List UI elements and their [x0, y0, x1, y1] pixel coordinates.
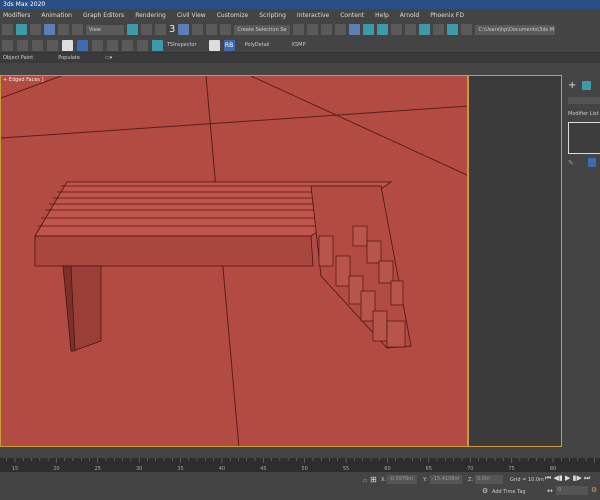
ribbon-options-icon[interactable]: ▭▾ [105, 55, 112, 61]
percent-snap-icon[interactable] [192, 24, 204, 35]
curve-editor-icon[interactable] [363, 24, 375, 35]
y-label: Y: [423, 477, 428, 483]
x-coordinate-field[interactable]: -0.5976m [387, 475, 417, 484]
material-editor-icon[interactable] [391, 24, 403, 35]
scene-explorer-icon[interactable] [321, 24, 333, 35]
menu-bar: Modifiers Animation Graph Editors Render… [0, 9, 600, 21]
render-iterative-icon[interactable] [447, 24, 459, 35]
menu-content[interactable]: Content [337, 12, 372, 19]
project-path-field[interactable]: C:\Users\hp\Documents\3ds M [475, 24, 556, 35]
video-icon[interactable] [107, 39, 118, 51]
pin-stack-icon[interactable]: ✎ [568, 159, 574, 167]
shirt-icon[interactable] [62, 39, 73, 51]
tab-populate[interactable]: Populate [58, 55, 80, 61]
reference-coordinate-dropdown[interactable]: View [86, 24, 124, 35]
y-coordinate-field[interactable]: -15.4108m [430, 475, 462, 484]
named-selection-dropdown[interactable]: Create Selection Se [234, 24, 291, 35]
rb-button[interactable]: RB [223, 39, 235, 51]
menu-interactive[interactable]: Interactive [294, 12, 337, 19]
render-production-icon[interactable] [433, 24, 445, 35]
align-icon[interactable] [307, 24, 319, 35]
status-bar: ▫ ⊞ X: -0.5976m Y: -15.4108m Z: 0.0m Gri… [0, 472, 600, 500]
modifier-list-dropdown[interactable]: Modifier List [568, 111, 599, 117]
menu-graph-editors[interactable]: Graph Editors [80, 12, 132, 19]
ribbon-panel [0, 63, 600, 75]
main-toolbar: View 3 Create Selection Se C:\Users\hp\D… [0, 21, 600, 38]
rotate-icon[interactable] [44, 24, 55, 35]
menu-modifiers[interactable]: Modifiers [0, 12, 38, 19]
viewport-empty-area [468, 75, 562, 447]
layers-icon[interactable] [17, 39, 28, 51]
paint-icon[interactable] [2, 39, 13, 51]
xsmp-button[interactable]: XSMP [292, 42, 306, 48]
track-bar[interactable]: 15 20 25 30 35 40 45 50 55 60 65 70 75 80 [0, 458, 600, 472]
menu-help[interactable]: Help [372, 12, 397, 19]
grid-size: Grid = 10.0m [510, 477, 544, 483]
pivot-icon[interactable] [127, 24, 138, 35]
edit-named-selection-icon[interactable] [220, 24, 232, 35]
modify-tab-icon[interactable] [582, 81, 591, 90]
time-tag-icon[interactable]: ⚙ [482, 487, 488, 495]
viewport-label[interactable]: + Edged Faces ] [3, 77, 44, 83]
menu-scripting[interactable]: Scripting [256, 12, 294, 19]
secondary-toolbar: TSInspector RB PolyDetail XSMP [0, 38, 600, 52]
sphere-icon[interactable] [47, 39, 58, 51]
track-bar-ticks: 15 20 25 30 35 40 45 50 55 60 65 70 75 80 [6, 458, 595, 472]
menu-animation[interactable]: Animation [38, 12, 80, 19]
time-config-icon[interactable]: ⚙ [591, 486, 597, 494]
tsinspector-icon[interactable] [152, 39, 163, 51]
video-play-icon[interactable] [122, 39, 133, 51]
add-time-tag-button[interactable]: Add Time Tag [492, 489, 526, 495]
menu-arnold[interactable]: Arnold [397, 12, 427, 19]
keyboard-shortcut-icon[interactable] [155, 24, 166, 35]
render-grid-icon[interactable] [461, 24, 473, 35]
perspective-viewport[interactable]: + Edged Faces ] [0, 75, 468, 447]
cursor-icon[interactable] [208, 39, 220, 51]
tsinspector-button[interactable]: TSInspector [167, 42, 197, 48]
title-bar: 3ds Max 2020 [0, 0, 600, 9]
angle-snap-icon[interactable] [178, 24, 190, 35]
command-panel: + Modifier List ✎ [562, 75, 600, 450]
rendered-frame-icon[interactable] [419, 24, 431, 35]
ribbon: Object Paint Populate ▭▾ [0, 52, 600, 63]
z-coordinate-field[interactable]: 0.0m [475, 475, 503, 484]
app-title: 3ds Max 2020 [3, 1, 46, 8]
scale-icon[interactable] [58, 24, 69, 35]
show-end-result-icon[interactable] [588, 158, 596, 167]
spinner-snap-icon[interactable] [206, 24, 218, 35]
polydetail-button[interactable]: PolyDetail [245, 42, 270, 48]
key-mode-icon[interactable]: ↔ [547, 487, 553, 495]
z-label: Z: [468, 477, 474, 483]
select-region-icon[interactable] [2, 24, 13, 35]
window-crossing-icon[interactable] [16, 24, 27, 35]
menu-rendering[interactable]: Rendering [132, 12, 174, 19]
menu-customize[interactable]: Customize [214, 12, 257, 19]
wand-icon[interactable] [92, 39, 103, 51]
move-icon[interactable] [30, 24, 41, 35]
manipulate-icon[interactable] [141, 24, 152, 35]
snap-toggle-icon[interactable]: 3 [169, 24, 175, 35]
scene-svg [1, 76, 467, 446]
selection-lock-icon[interactable]: ▫ [363, 477, 367, 484]
tool-icon[interactable] [77, 39, 88, 51]
create-tab-icon[interactable]: + [568, 80, 576, 91]
object-name-field[interactable] [568, 97, 600, 104]
tab-object-paint[interactable]: Object Paint [3, 55, 33, 61]
menu-civil-view[interactable]: Civil View [174, 12, 214, 19]
current-frame-field[interactable]: 0 [556, 486, 588, 495]
modifier-stack[interactable] [568, 122, 600, 154]
absolute-mode-icon[interactable]: ⊞ [370, 475, 377, 484]
video-settings-icon[interactable] [137, 39, 148, 51]
select-place-icon[interactable] [72, 24, 83, 35]
mirror-icon[interactable] [293, 24, 305, 35]
render-setup-icon[interactable] [405, 24, 417, 35]
menu-phoenix-fd[interactable]: Phoenix FD [427, 12, 472, 19]
schematic-view-icon[interactable] [377, 24, 389, 35]
playback-controls[interactable]: ⏮ ◀▮ ▶ ▮▶ ⏭ [545, 474, 590, 483]
layer-explorer-icon[interactable] [335, 24, 347, 35]
globe-icon[interactable] [32, 39, 43, 51]
x-label: X: [381, 477, 387, 483]
ribbon-toggle-icon[interactable] [349, 24, 361, 35]
